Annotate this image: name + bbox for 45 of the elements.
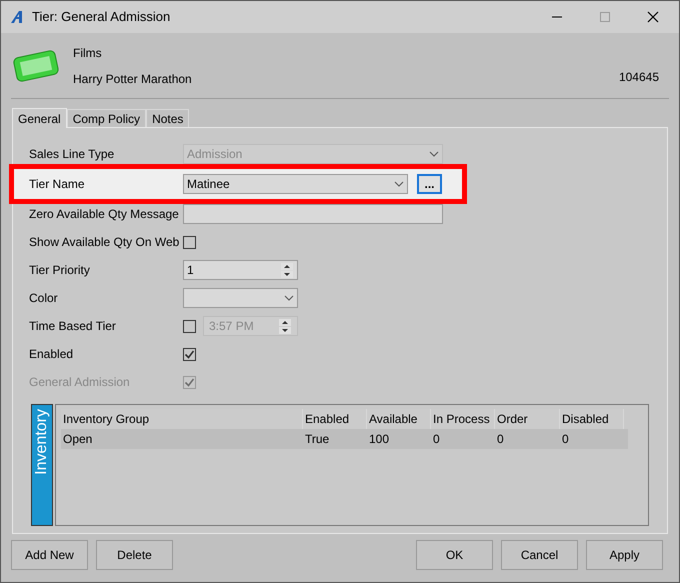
dialog-button[interactable]: Cancel <box>501 540 578 570</box>
tab[interactable]: Notes <box>146 109 190 127</box>
dropdown[interactable]: Matinee <box>183 174 408 194</box>
table-cell-text: True <box>304 431 330 448</box>
dialog-button[interactable]: OK <box>416 540 493 570</box>
table-cell-text: 100 <box>368 431 390 448</box>
column-header[interactable]: In Process <box>431 409 495 429</box>
close-icon[interactable] <box>647 11 659 23</box>
column-header[interactable]: Order <box>495 409 560 429</box>
dialog-button[interactable]: Delete <box>96 540 173 570</box>
table-cell-text: 0 <box>561 431 570 448</box>
field-label: Tier Priority <box>29 262 91 279</box>
chevron-down-icon[interactable] <box>394 181 404 187</box>
column-header[interactable]: Inventory Group <box>61 409 303 429</box>
field-label: Color <box>29 290 59 307</box>
tab[interactable]: General <box>12 108 67 128</box>
chevron-down-icon[interactable] <box>284 295 294 301</box>
checkbox[interactable] <box>183 348 196 360</box>
spin-field[interactable]: 1 <box>183 260 298 280</box>
field-label: Show Available Qty On Web <box>29 234 180 251</box>
category-label: Films <box>73 44 103 62</box>
field-label: General Admission <box>29 374 131 391</box>
spin-arrows-icon[interactable] <box>281 262 293 278</box>
event-name: Harry Potter Marathon <box>73 70 192 88</box>
field-label: Time Based Tier <box>29 318 117 335</box>
field-label: Tier Name <box>29 176 86 193</box>
column-header[interactable]: Available <box>367 409 431 429</box>
table-cell-text: 0 <box>496 431 505 448</box>
field-label: Enabled <box>29 346 74 363</box>
spin-arrows-icon[interactable] <box>279 318 291 334</box>
field-label: Sales Line Type <box>29 146 116 163</box>
dialog-button[interactable]: Add New <box>11 540 88 570</box>
tab[interactable]: Comp Policy <box>66 109 146 127</box>
event-id: 104645 <box>618 69 659 86</box>
column-header[interactable]: Disabled <box>560 409 624 429</box>
table-cell-text: 0 <box>432 431 441 448</box>
column-header[interactable]: Enabled <box>303 409 367 429</box>
browse-button[interactable]: ... <box>417 174 442 194</box>
field-label: Zero Available Qty Message <box>29 206 180 223</box>
table-cell-text: Open <box>62 431 94 448</box>
dialog-button[interactable]: Apply <box>586 540 663 570</box>
checkbox[interactable] <box>183 320 196 332</box>
window-title: Tier: General Admission <box>32 8 170 26</box>
input-field[interactable] <box>183 204 443 224</box>
checkbox[interactable] <box>183 236 196 248</box>
